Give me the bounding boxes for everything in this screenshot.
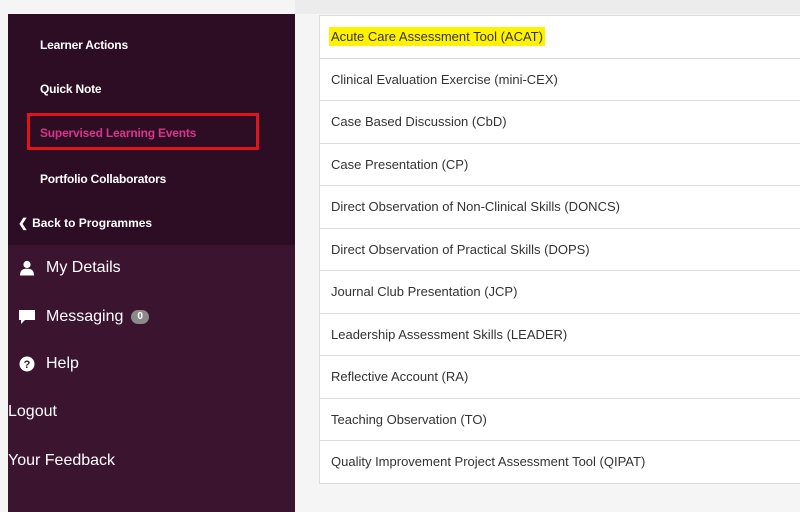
event-type-label: Journal Club Presentation (JCP) (331, 284, 518, 300)
subnav-item-supervised-learning-events[interactable]: Supervised Learning Events (40, 126, 196, 140)
nav-my-details-label: My Details (46, 259, 121, 276)
svg-text:?: ? (24, 359, 31, 371)
event-type-label: Teaching Observation (TO) (331, 411, 487, 427)
event-type-cbd[interactable]: Case Based Discussion (CbD) (319, 101, 800, 144)
sidebar: Learner Actions Quick Note Supervised Le… (8, 14, 295, 512)
event-type-label: Acute Care Assessment Tool (ACAT) (329, 27, 545, 47)
event-type-list: Acute Care Assessment Tool (ACAT) Clinic… (319, 15, 800, 484)
back-to-programmes-label: Back to Programmes (32, 216, 153, 230)
nav-logout-label: Logout (8, 403, 57, 420)
chevron-left-icon: ❮ (18, 216, 29, 230)
nav-help[interactable]: ? Help (16, 355, 79, 373)
back-to-programmes-link[interactable]: ❮ Back to Programmes (18, 216, 152, 230)
subnav: Learner Actions Quick Note Supervised Le… (8, 14, 295, 245)
event-type-ra[interactable]: Reflective Account (RA) (319, 356, 800, 399)
event-type-dops[interactable]: Direct Observation of Practical Skills (… (319, 228, 800, 271)
nav-your-feedback[interactable]: Your Feedback (8, 452, 115, 470)
event-type-label: Clinical Evaluation Exercise (mini-CEX) (331, 71, 558, 87)
event-type-doncs[interactable]: Direct Observation of Non-Clinical Skill… (319, 186, 800, 229)
user-icon (16, 259, 38, 277)
event-type-label: Case Based Discussion (CbD) (331, 114, 507, 130)
event-type-label: Quality Improvement Project Assessment T… (331, 454, 646, 470)
event-type-label: Direct Observation of Non-Clinical Skill… (331, 199, 620, 215)
event-type-qipat[interactable]: Quality Improvement Project Assessment T… (319, 441, 800, 484)
nav-messaging[interactable]: Messaging 0 (16, 308, 149, 326)
nav-my-details[interactable]: My Details (16, 259, 121, 277)
subnav-item-learner-actions[interactable]: Learner Actions (40, 38, 128, 52)
subnav-item-quick-note[interactable]: Quick Note (40, 82, 102, 96)
event-type-jcp[interactable]: Journal Club Presentation (JCP) (319, 271, 800, 314)
event-type-acat[interactable]: Acute Care Assessment Tool (ACAT) (319, 16, 800, 59)
event-type-label: Direct Observation of Practical Skills (… (331, 241, 590, 257)
messaging-count-badge: 0 (131, 310, 149, 324)
nav-your-feedback-label: Your Feedback (8, 452, 116, 469)
event-type-cp[interactable]: Case Presentation (CP) (319, 143, 800, 186)
event-type-mini-cex[interactable]: Clinical Evaluation Exercise (mini-CEX) (319, 58, 800, 101)
event-type-label: Reflective Account (RA) (331, 369, 469, 385)
subnav-item-portfolio-collaborators[interactable]: Portfolio Collaborators (40, 172, 166, 186)
help-icon: ? (16, 355, 38, 373)
nav-logout[interactable]: Logout (8, 403, 57, 421)
event-type-leader[interactable]: Leadership Assessment Skills (LEADER) (319, 313, 800, 356)
event-type-label: Leadership Assessment Skills (LEADER) (331, 326, 568, 342)
event-type-label: Case Presentation (CP) (331, 156, 469, 172)
content-header-strip (295, 0, 800, 14)
comment-icon (16, 308, 38, 326)
nav-help-label: Help (46, 355, 79, 372)
nav-messaging-label: Messaging (46, 308, 124, 325)
event-type-to[interactable]: Teaching Observation (TO) (319, 398, 800, 441)
